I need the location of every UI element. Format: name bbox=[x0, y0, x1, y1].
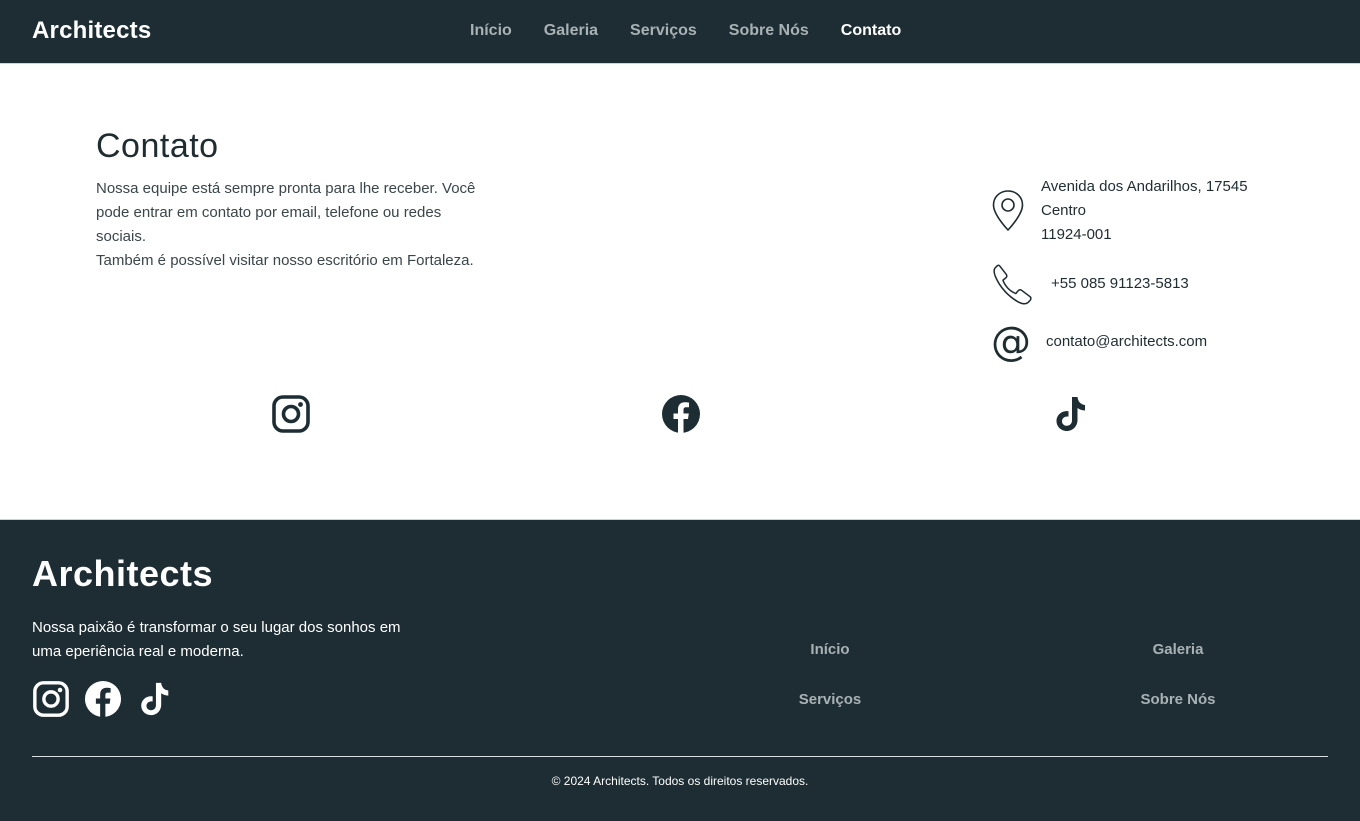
tiktok-icon[interactable] bbox=[1051, 394, 1091, 434]
top-navbar: Architects Início Galeria Serviços Sobre… bbox=[0, 0, 1360, 64]
address-line-3: 11924-001 bbox=[1041, 226, 1112, 243]
footer-tagline: Nossa paixão é transformar o seu lugar d… bbox=[32, 619, 401, 660]
nav-link-galeria[interactable]: Galeria bbox=[544, 22, 598, 40]
footer-link-galeria[interactable]: Galeria bbox=[1153, 641, 1204, 658]
copyright-text: © 2024 Architects. Todos os direitos res… bbox=[551, 774, 809, 788]
footer-tiktok-icon[interactable] bbox=[136, 680, 174, 718]
footer-instagram-icon[interactable] bbox=[32, 680, 70, 718]
nav-link-sobre-nos[interactable]: Sobre Nós bbox=[729, 22, 809, 40]
at-icon: @ bbox=[991, 319, 1031, 365]
nav-link-servicos[interactable]: Serviços bbox=[630, 22, 697, 40]
footer-link-sobre-nos[interactable]: Sobre Nós bbox=[1140, 691, 1215, 708]
footer: Architects Nossa paixão é transformar o … bbox=[0, 519, 1360, 821]
nav-link-inicio[interactable]: Início bbox=[470, 22, 512, 40]
email-info: @ contato@architects.com bbox=[991, 320, 1207, 364]
phone-info: +55 085 91123-5813 bbox=[991, 262, 1189, 306]
footer-link-inicio[interactable]: Início bbox=[810, 641, 849, 658]
contact-description: Nossa equipe está sempre pronta para lhe… bbox=[96, 177, 476, 273]
address-text: Avenida dos Andarilhos, 17545 Centro 119… bbox=[1041, 175, 1248, 247]
map-pin-icon bbox=[991, 189, 1035, 233]
main-nav: Início Galeria Serviços Sobre Nós Contat… bbox=[470, 22, 901, 40]
page-title: Contato bbox=[96, 127, 219, 165]
footer-link-servicos[interactable]: Serviços bbox=[799, 691, 862, 708]
contact-paragraph-1: Nossa equipe está sempre pronta para lhe… bbox=[96, 180, 476, 245]
footer-divider bbox=[32, 756, 1328, 757]
instagram-icon[interactable] bbox=[271, 394, 311, 434]
email-address[interactable]: contato@architects.com bbox=[1046, 330, 1207, 354]
footer-brand[interactable]: Architects bbox=[32, 553, 213, 595]
contact-paragraph-2: Também é possível visitar nosso escritór… bbox=[96, 252, 474, 269]
address-line-1: Avenida dos Andarilhos, 17545 bbox=[1041, 178, 1248, 195]
phone-number[interactable]: +55 085 91123-5813 bbox=[1051, 272, 1189, 296]
nav-link-contato[interactable]: Contato bbox=[841, 22, 901, 40]
brand-logo[interactable]: Architects bbox=[32, 17, 151, 45]
address-line-2: Centro bbox=[1041, 202, 1087, 219]
phone-icon bbox=[991, 262, 1035, 306]
footer-facebook-icon[interactable] bbox=[84, 680, 122, 718]
address-info: Avenida dos Andarilhos, 17545 Centro 119… bbox=[991, 175, 1248, 247]
facebook-icon[interactable] bbox=[661, 394, 701, 434]
